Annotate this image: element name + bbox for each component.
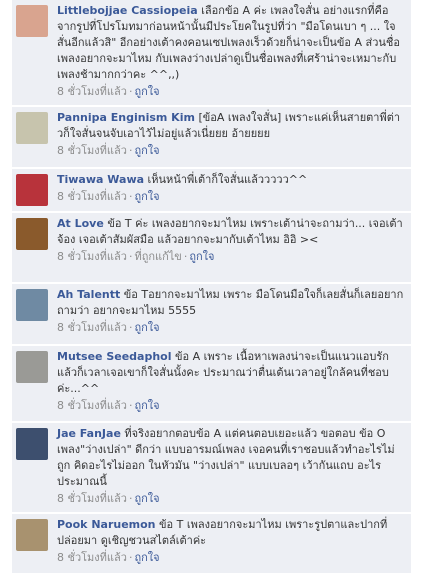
comment-body: Jae FanJae ที่จริงอยากตอบข้อ A แต่คนตอบเ… — [57, 426, 405, 507]
comment-item: Tiwawa Wawa เห็นหน้าพี่เต้าก็ใจสั่นแล้วว… — [12, 169, 411, 212]
comment-body: Pannipa Enginism Kim [ข้อA เพลงใจสั่น] เ… — [57, 110, 405, 159]
timestamp: 8 ชั่วโมงที่แล้ว — [57, 551, 127, 564]
author-link[interactable]: Ah Talentt — [57, 288, 120, 301]
comment-meta: 8 ชั่วโมงที่แล้ว · ถูกใจ — [57, 491, 405, 507]
avatar[interactable] — [16, 112, 48, 144]
timestamp: 8 ชั่วโมงที่แล้ว — [57, 321, 127, 334]
avatar[interactable] — [16, 218, 48, 250]
like-link[interactable]: ถูกใจ — [134, 321, 159, 334]
comment-text: ข้อ T ค่ะ เพลงอยากจะมาไหม เพราะเต้าน่าจะ… — [57, 217, 403, 246]
comment-item: Pook Naruemon ข้อ T เพลงอยากจะมาไหม เพรา… — [12, 514, 411, 574]
comment-meta: 8 ชั่วโมงที่แล้ว · ถูกใจ — [57, 550, 405, 566]
comment-item: Pannipa Enginism Kim [ข้อA เพลงใจสั่น] เ… — [12, 107, 411, 168]
author-link[interactable]: Littlebojjae Cassiopeia — [57, 4, 198, 17]
like-link[interactable]: ถูกใจ — [134, 399, 159, 412]
timestamp: 8 ชั่วโมงที่แล้ว — [57, 250, 127, 263]
author-link[interactable]: Jae FanJae — [57, 427, 121, 440]
author-link[interactable]: Tiwawa Wawa — [57, 173, 144, 186]
comment-meta: 8 ชั่วโมงที่แล้ว · ถูกใจ — [57, 320, 405, 336]
timestamp: 8 ชั่วโมงที่แล้ว — [57, 190, 127, 203]
comment-body: Ah Talentt ข้อ Tอยากจะมาไหม เพราะ มือโดน… — [57, 287, 405, 336]
avatar[interactable] — [16, 428, 48, 460]
author-link[interactable]: Mutsee Seedaphol — [57, 350, 172, 363]
avatar[interactable] — [16, 289, 48, 321]
edited-link[interactable]: ที่ถูกแก้ไข — [134, 250, 181, 263]
comment-meta: 8 ชั่วโมงที่แล้ว · ถูกใจ — [57, 398, 405, 414]
timestamp: 8 ชั่วโมงที่แล้ว — [57, 399, 127, 412]
comment-body: Littlebojjae Cassiopeia เลือกข้อ A ค่ะ เ… — [57, 3, 405, 100]
comment-meta: 8 ชั่วโมงที่แล้ว · ที่ถูกแก้ไข · ถูกใจ — [57, 249, 405, 265]
avatar[interactable] — [16, 5, 48, 37]
comment-body: At Love ข้อ T ค่ะ เพลงอยากจะมาไหม เพราะเ… — [57, 216, 405, 265]
avatar[interactable] — [16, 519, 48, 551]
like-link[interactable]: ถูกใจ — [134, 551, 159, 564]
comment-item: Mutsee Seedaphol ข้อ A เพราะ เนื้อหาเพลง… — [12, 346, 411, 422]
avatar[interactable] — [16, 351, 48, 383]
comment-item: Ah Talentt ข้อ Tอยากจะมาไหม เพราะ มือโดน… — [12, 284, 411, 345]
comment-body: Mutsee Seedaphol ข้อ A เพราะ เนื้อหาเพลง… — [57, 349, 405, 414]
comment-item: Jae FanJae ที่จริงอยากตอบข้อ A แต่คนตอบเ… — [12, 423, 411, 513]
like-link[interactable]: ถูกใจ — [134, 144, 159, 157]
comment-text: เห็นหน้าพี่เต้าก็ใจสั่นแล้ววววว^^ — [147, 173, 308, 186]
like-link[interactable]: ถูกใจ — [134, 85, 159, 98]
comment-body: Pook Naruemon ข้อ T เพลงอยากจะมาไหม เพรา… — [57, 517, 405, 566]
comment-body: Tiwawa Wawa เห็นหน้าพี่เต้าก็ใจสั่นแล้วว… — [57, 172, 405, 205]
like-link[interactable]: ถูกใจ — [189, 250, 214, 263]
comment-meta: 8 ชั่วโมงที่แล้ว · ถูกใจ — [57, 143, 405, 159]
author-link[interactable]: At Love — [57, 217, 104, 230]
comment-feed: Littlebojjae Cassiopeia เลือกข้อ A ค่ะ เ… — [0, 0, 423, 577]
like-link[interactable]: ถูกใจ — [134, 190, 159, 203]
author-link[interactable]: Pook Naruemon — [57, 518, 156, 531]
comment-meta: 8 ชั่วโมงที่แล้ว · ถูกใจ — [57, 84, 405, 100]
timestamp: 8 ชั่วโมงที่แล้ว — [57, 144, 127, 157]
like-link[interactable]: ถูกใจ — [134, 492, 159, 505]
comment-item: At Love ข้อ T ค่ะ เพลงอยากจะมาไหม เพราะเ… — [12, 213, 411, 283]
avatar[interactable] — [16, 174, 48, 206]
comment-item: Littlebojjae Cassiopeia เลือกข้อ A ค่ะ เ… — [12, 0, 411, 106]
timestamp: 8 ชั่วโมงที่แล้ว — [57, 85, 127, 98]
timestamp: 8 ชั่วโมงที่แล้ว — [57, 492, 127, 505]
comment-meta: 8 ชั่วโมงที่แล้ว · ถูกใจ — [57, 189, 405, 205]
author-link[interactable]: Pannipa Enginism Kim — [57, 111, 195, 124]
